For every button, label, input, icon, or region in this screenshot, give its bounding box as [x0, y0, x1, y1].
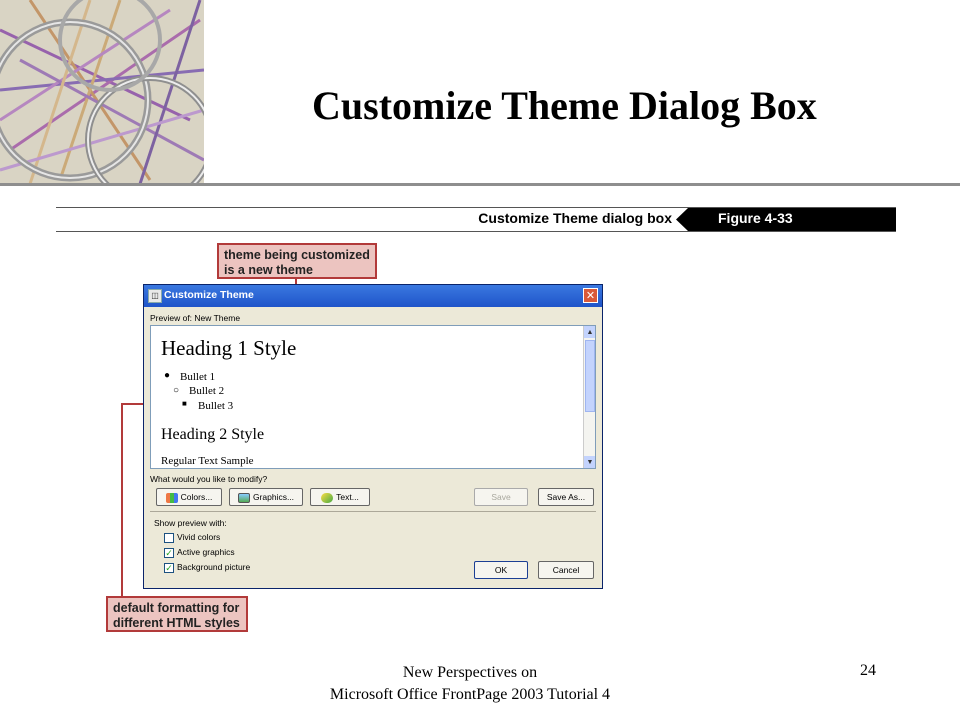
text-button[interactable]: Text... [310, 488, 370, 506]
callout-new-theme: theme being customized is a new theme [217, 243, 377, 279]
picture-icon [237, 492, 250, 503]
footer-line2: Microsoft Office FrontPage 2003 Tutorial… [329, 686, 611, 703]
figure-label: Figure 4-33 [718, 210, 793, 226]
graphics-button-label: Graphics... [252, 492, 295, 502]
vivid-colors-label: Vivid colors [177, 532, 221, 542]
show-preview-label: Show preview with: [154, 518, 227, 528]
bullet-circle-icon: ○ [173, 385, 180, 396]
figure-caption: Customize Theme dialog box [478, 210, 672, 226]
text-style-icon [321, 492, 334, 503]
customize-theme-dialog: ◫ Customize Theme ✕ Preview of: New Them… [143, 284, 603, 589]
bullet-disc-icon: ● [164, 370, 171, 381]
preview-bullet3: Bullet 3 [198, 400, 234, 412]
graphics-button[interactable]: Graphics... [229, 488, 303, 506]
background-picture-checkbox[interactable]: ✓ [164, 563, 174, 573]
scroll-up-icon[interactable]: ▲ [584, 326, 595, 338]
callout-top-line1: theme being customized [224, 248, 370, 262]
text-button-label: Text... [336, 492, 359, 502]
colors-button[interactable]: Colors... [156, 488, 222, 506]
callout-html-styles: default formatting for different HTML st… [106, 596, 248, 632]
preview-label: Preview of: New Theme [150, 313, 241, 323]
slide-footer: New Perspectives on Microsoft Office Fro… [290, 662, 650, 706]
save-as-button[interactable]: Save As... [538, 488, 594, 506]
modify-label: What would you like to modify? [150, 474, 268, 484]
preview-bullet2: Bullet 2 [189, 385, 225, 397]
background-picture-label: Background picture [177, 562, 251, 572]
preview-scrollbar[interactable]: ▲ ▼ [583, 326, 595, 468]
footer-line1: New Perspectives on [402, 664, 538, 681]
palette-icon [165, 492, 178, 503]
ok-button[interactable]: OK [474, 561, 528, 579]
active-graphics-checkbox[interactable]: ✓ [164, 548, 174, 558]
figure-rule-bottom [56, 231, 896, 232]
decorative-rings-graphic [0, 0, 204, 184]
page-number: 24 [860, 662, 876, 679]
app-icon: ◫ [148, 289, 162, 303]
callout-bottom-connector-v [121, 403, 123, 596]
slide-title: Customize Theme Dialog Box [312, 83, 817, 128]
preview-regular-text: Regular Text Sample [161, 455, 254, 467]
scroll-down-icon[interactable]: ▼ [584, 456, 595, 468]
theme-preview-pane: Heading 1 Style ● Bullet 1 ○ Bullet 2 ■ … [150, 325, 596, 469]
close-button[interactable]: ✕ [583, 288, 598, 303]
dialog-title: Customize Theme [164, 289, 254, 301]
callout-top-line2: is a new theme [224, 263, 313, 277]
preview-heading2: Heading 2 Style [161, 426, 265, 443]
figure-rule-top [56, 207, 896, 208]
preview-bullet1: Bullet 1 [180, 371, 216, 383]
callout-bottom-line2: different HTML styles [113, 616, 240, 630]
scroll-thumb[interactable] [585, 340, 595, 412]
callout-bottom-line1: default formatting for [113, 601, 240, 615]
decorative-corner-image [0, 0, 204, 184]
preview-heading1: Heading 1 Style [161, 336, 297, 360]
header-divider [0, 183, 960, 186]
dialog-titlebar[interactable]: ◫ Customize Theme ✕ [144, 285, 602, 307]
save-button[interactable]: Save [474, 488, 528, 506]
section-divider [150, 511, 596, 512]
cancel-button[interactable]: Cancel [538, 561, 594, 579]
vivid-colors-checkbox[interactable] [164, 533, 174, 543]
active-graphics-label: Active graphics [177, 547, 235, 557]
colors-button-label: Colors... [180, 492, 213, 502]
bullet-square-icon: ■ [182, 399, 187, 408]
